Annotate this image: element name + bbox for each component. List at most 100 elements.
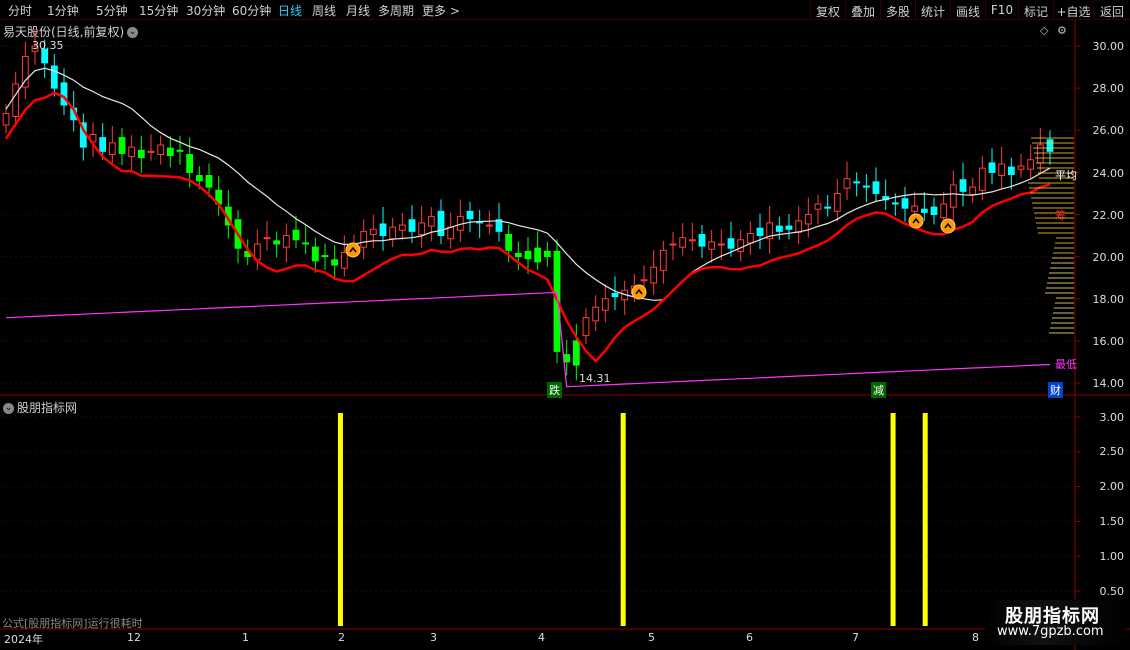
candle-body bbox=[949, 184, 957, 208]
candle-body bbox=[911, 205, 919, 212]
candle-body bbox=[572, 340, 580, 366]
lowest-marker-label: 最低 bbox=[1055, 358, 1077, 371]
candle-body bbox=[369, 228, 377, 236]
y-tick-label: 30.00 bbox=[1092, 40, 1125, 53]
candle-body bbox=[1046, 139, 1054, 152]
average-marker-label: 平均 bbox=[1055, 169, 1077, 182]
candle-body bbox=[195, 175, 203, 182]
candle-body bbox=[920, 208, 928, 213]
buy-signal-icon bbox=[345, 242, 361, 258]
high-price-label: 30.35 bbox=[32, 39, 64, 52]
candle-body bbox=[524, 250, 532, 260]
candle-body bbox=[273, 240, 281, 245]
candle-body bbox=[389, 226, 397, 240]
candle-body bbox=[186, 153, 194, 173]
candle-body bbox=[669, 243, 677, 246]
candle-body bbox=[99, 137, 107, 152]
candle-body bbox=[466, 210, 474, 220]
candle-body bbox=[282, 235, 290, 248]
x-tick-label: 2 bbox=[338, 631, 345, 644]
watermark-url: www.7gpzb.com bbox=[997, 624, 1104, 639]
x-tick-label: 1 bbox=[242, 631, 249, 644]
candle-body bbox=[437, 210, 445, 237]
candle-body bbox=[360, 230, 368, 248]
candle-body bbox=[727, 238, 735, 249]
x-tick-label: 5 bbox=[648, 631, 655, 644]
candle-body bbox=[485, 224, 493, 227]
die-event-badge[interactable]: 跌 bbox=[547, 382, 562, 398]
candle-body bbox=[901, 198, 909, 209]
candle-body bbox=[891, 202, 899, 205]
candle-body bbox=[862, 185, 870, 188]
candle-body bbox=[398, 224, 406, 231]
red-support-line bbox=[4, 91, 1051, 363]
buy-signal-icon bbox=[940, 218, 956, 234]
candle-body bbox=[601, 298, 609, 311]
signal-bar bbox=[337, 413, 343, 626]
x-tick-label: 4 bbox=[538, 631, 545, 644]
candle-body bbox=[843, 178, 851, 189]
cai-event-badge[interactable]: 财 bbox=[1048, 382, 1063, 398]
candle-body bbox=[12, 83, 20, 118]
candle-body bbox=[340, 251, 348, 269]
candle-body bbox=[611, 292, 619, 298]
candle-body bbox=[640, 279, 648, 282]
candle-body bbox=[108, 142, 116, 155]
candle-body bbox=[785, 225, 793, 230]
candle-body bbox=[418, 222, 426, 236]
candle-body bbox=[447, 226, 455, 240]
candle-body bbox=[2, 112, 10, 126]
y-tick-label: 18.00 bbox=[1092, 293, 1125, 306]
signal-bar bbox=[890, 413, 896, 626]
candle-body bbox=[379, 223, 387, 237]
candle-body bbox=[659, 249, 667, 271]
candle-body bbox=[166, 147, 174, 157]
candle-body bbox=[311, 246, 319, 262]
candle-body bbox=[988, 162, 996, 173]
jian-event-badge[interactable]: 减 bbox=[871, 382, 886, 398]
signal-bar bbox=[922, 413, 928, 626]
watermark-logo: 股朋指标网 www.7gpzb.com bbox=[985, 600, 1125, 645]
sub-y-tick-label: 2.50 bbox=[1099, 445, 1125, 458]
candle-body bbox=[1007, 166, 1015, 175]
candle-body bbox=[514, 252, 522, 258]
candle-body bbox=[998, 163, 1006, 177]
candle-body bbox=[833, 192, 841, 212]
candle-body bbox=[756, 227, 764, 237]
candle-body bbox=[824, 206, 832, 209]
y-tick-label: 28.00 bbox=[1092, 82, 1125, 95]
y-tick-label: 24.00 bbox=[1092, 167, 1125, 180]
candle-body bbox=[1027, 159, 1035, 170]
purple-bottom-line bbox=[5, 291, 1051, 388]
candle-body bbox=[959, 179, 967, 192]
candle-body bbox=[688, 239, 696, 242]
candle-body bbox=[592, 306, 600, 322]
sub-y-tick-label: 0.50 bbox=[1099, 585, 1125, 598]
candle-body bbox=[698, 234, 706, 247]
candle-body bbox=[157, 144, 165, 155]
candle-body bbox=[408, 219, 416, 232]
candle-body bbox=[853, 181, 861, 184]
candle-body bbox=[118, 137, 126, 154]
x-tick-label: 8 bbox=[972, 631, 979, 644]
y-tick-label: 14.00 bbox=[1092, 377, 1125, 390]
candle-body bbox=[940, 203, 948, 219]
candle-body bbox=[302, 242, 310, 245]
candle-body bbox=[804, 214, 812, 225]
candle-body bbox=[814, 203, 822, 210]
candle-body bbox=[543, 250, 551, 258]
candle-body bbox=[679, 237, 687, 248]
candle-body bbox=[176, 149, 184, 152]
y-tick-label: 22.00 bbox=[1092, 209, 1125, 222]
y-tick-label: 26.00 bbox=[1092, 124, 1125, 137]
candle-body bbox=[775, 225, 783, 232]
candle-body bbox=[650, 266, 658, 284]
candle-body bbox=[321, 255, 329, 258]
sub-y-tick-label: 2.00 bbox=[1099, 480, 1125, 493]
candle-body bbox=[582, 317, 590, 337]
candle-body bbox=[708, 241, 716, 250]
chip-marker-label: 筹 bbox=[1055, 209, 1066, 222]
chart-canvas bbox=[0, 20, 1130, 650]
candle-body bbox=[1017, 165, 1025, 170]
y-tick-label: 20.00 bbox=[1092, 251, 1125, 264]
